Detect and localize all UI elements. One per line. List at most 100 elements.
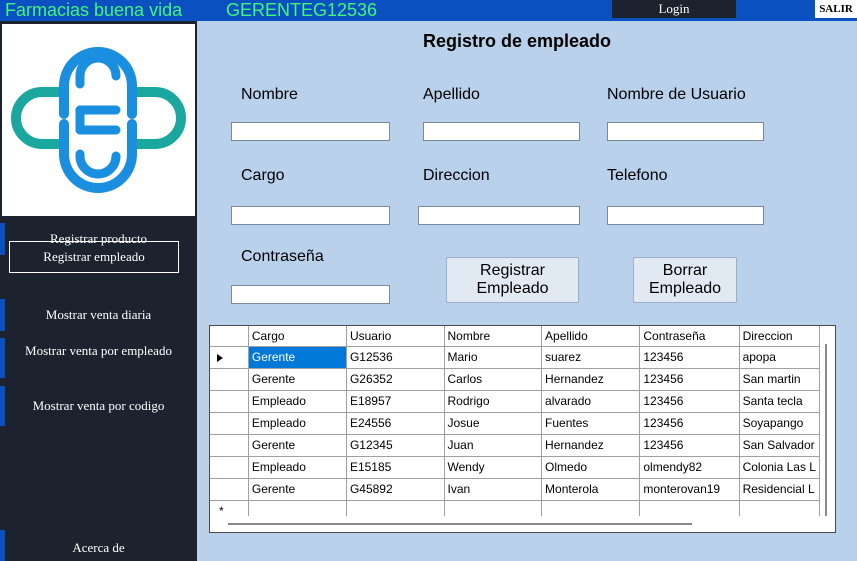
table-row[interactable]: Gerente G12536 Mario suarez 123456 apopa — [210, 346, 820, 369]
cell-nombre[interactable]: Juan — [444, 434, 543, 457]
cell-apellido[interactable]: suarez — [541, 346, 641, 369]
cell-direccion[interactable]: San Salvador — [739, 434, 820, 457]
cell-direccion[interactable]: apopa — [739, 346, 820, 369]
empty-cell[interactable] — [444, 500, 543, 516]
cell-contrasena[interactable]: olmendy82 — [639, 456, 740, 479]
empty-cell[interactable] — [346, 500, 445, 516]
nav-mostrar-venta-por-codigo[interactable]: Mostrar venta por codigo — [0, 386, 197, 426]
button-label-line2: Empleado — [476, 280, 549, 297]
cell-cargo[interactable]: Gerente — [248, 368, 347, 391]
vertical-scroll-thumb[interactable] — [825, 344, 827, 516]
cell-contrasena[interactable]: 123456 — [639, 434, 740, 457]
cell-contrasena[interactable]: 123456 — [639, 368, 740, 391]
cell-direccion[interactable]: Residencial L — [739, 478, 820, 501]
table-row[interactable]: Gerente G12345 Juan Hernandez 123456 San Salv… — [210, 434, 820, 457]
cell-apellido[interactable]: Hernandez — [541, 368, 641, 391]
column-header-nombre[interactable]: Nombre — [444, 326, 543, 347]
column-header-direccion[interactable]: Direccion — [739, 326, 820, 347]
nav-mostrar-venta-por-empleado[interactable]: Mostrar venta por empleado — [0, 338, 197, 378]
cell-direccion[interactable]: San martin — [739, 368, 820, 391]
usuario-input[interactable] — [607, 122, 764, 141]
pharmacy-logo — [2, 24, 195, 216]
cell-cargo[interactable]: Gerente — [248, 434, 347, 457]
table-row[interactable]: Empleado E24556 Josue Fuentes 123456 Soyapang… — [210, 412, 820, 435]
cell-nombre[interactable]: Carlos — [444, 368, 543, 391]
empty-cell[interactable] — [639, 500, 740, 516]
cell-usuario[interactable]: E18957 — [346, 390, 445, 413]
cell-usuario[interactable]: E24556 — [346, 412, 445, 435]
header-row: Cargo Usuario Nombre Apellido Contraseña… — [210, 326, 820, 347]
table-row[interactable]: Gerente G26352 Carlos Hernandez 123456 San ma… — [210, 368, 820, 391]
row-header[interactable] — [210, 478, 249, 501]
cell-contrasena[interactable]: 123456 — [639, 390, 740, 413]
contrasena-input[interactable] — [231, 285, 390, 304]
cell-nombre[interactable]: Josue — [444, 412, 543, 435]
horizontal-scrollbar[interactable] — [210, 516, 820, 532]
apellido-input[interactable] — [423, 122, 580, 141]
new-row[interactable]: * — [210, 500, 820, 516]
cell-nombre[interactable]: Rodrigo — [444, 390, 543, 413]
cell-usuario[interactable]: E15185 — [346, 456, 445, 479]
vertical-scrollbar[interactable] — [820, 326, 835, 532]
cell-cargo[interactable]: Empleado — [248, 390, 347, 413]
empty-cell[interactable] — [541, 500, 641, 516]
cell-direccion[interactable]: Colonia Las L — [739, 456, 820, 479]
row-header[interactable] — [210, 456, 249, 479]
row-header[interactable] — [210, 390, 249, 413]
telefono-input[interactable] — [607, 206, 764, 225]
table-row[interactable]: Empleado E18957 Rodrigo alvarado 123456 Santa… — [210, 390, 820, 413]
row-header[interactable] — [210, 368, 249, 391]
nav-accent-bar — [0, 223, 5, 255]
table-row[interactable]: Gerente G45892 Ivan Monterola monterovan19 Re… — [210, 478, 820, 501]
cell-apellido[interactable]: Fuentes — [541, 412, 641, 435]
cargo-input[interactable] — [231, 206, 390, 225]
cell-apellido[interactable]: alvarado — [541, 390, 641, 413]
nav-label: Mostrar venta por empleado — [25, 343, 172, 358]
cell-usuario[interactable]: G12345 — [346, 434, 445, 457]
cell-apellido[interactable]: Hernandez — [541, 434, 641, 457]
cell-nombre[interactable]: Ivan — [444, 478, 543, 501]
nav-acerca-de[interactable]: Acerca de — [0, 530, 197, 561]
pharmacy-logo-icon — [11, 47, 186, 193]
column-header-contrasena[interactable]: Contraseña — [639, 326, 740, 347]
horizontal-scroll-thumb[interactable] — [228, 523, 692, 525]
employees-grid[interactable]: Cargo Usuario Nombre Apellido Contraseña… — [209, 325, 836, 533]
empty-cell[interactable] — [739, 500, 820, 516]
cell-contrasena[interactable]: 123456 — [639, 346, 740, 369]
cell-usuario[interactable]: G12536 — [346, 346, 445, 369]
cell-apellido[interactable]: Monterola — [541, 478, 641, 501]
page-title: Registro de empleado — [423, 31, 612, 51]
nav-mostrar-venta-diaria[interactable]: Mostrar venta diaria — [0, 299, 197, 331]
nav-registrar-empleado[interactable]: Registrar empleado — [9, 241, 179, 273]
nombre-label: Nombre — [241, 86, 298, 103]
cell-contrasena[interactable]: 123456 — [639, 412, 740, 435]
row-header[interactable] — [210, 412, 249, 435]
column-header-cargo[interactable]: Cargo — [248, 326, 347, 347]
cell-usuario[interactable]: G45892 — [346, 478, 445, 501]
login-button[interactable]: Login — [612, 0, 736, 18]
nav-label: Mostrar venta diaria — [45, 307, 152, 322]
cell-cargo[interactable]: Empleado — [248, 412, 347, 435]
cell-cargo[interactable]: Empleado — [248, 456, 347, 479]
cell-nombre[interactable]: Mario — [444, 346, 543, 369]
cell-apellido[interactable]: Olmedo — [541, 456, 641, 479]
row-header[interactable]: * — [210, 500, 249, 516]
cell-usuario[interactable]: G26352 — [346, 368, 445, 391]
exit-button[interactable]: SALIR — [815, 0, 857, 18]
direccion-input[interactable] — [418, 206, 580, 225]
borrar-empleado-button[interactable]: Borrar Empleado — [633, 257, 737, 303]
cell-cargo[interactable]: Gerente — [248, 478, 347, 501]
column-header-apellido[interactable]: Apellido — [541, 326, 641, 347]
cell-contrasena[interactable]: monterovan19 — [639, 478, 740, 501]
cell-cargo[interactable]: Gerente — [248, 346, 347, 369]
row-header[interactable] — [210, 346, 249, 369]
table-row[interactable]: Empleado E15185 Wendy Olmedo olmendy82 Coloni… — [210, 456, 820, 479]
column-header-usuario[interactable]: Usuario — [346, 326, 445, 347]
row-header[interactable] — [210, 434, 249, 457]
nombre-input[interactable] — [231, 122, 390, 141]
cell-nombre[interactable]: Wendy — [444, 456, 543, 479]
cell-direccion[interactable]: Soyapango — [739, 412, 820, 435]
registrar-empleado-button[interactable]: Registrar Empleado — [446, 257, 579, 303]
empty-cell[interactable] — [248, 500, 347, 516]
cell-direccion[interactable]: Santa tecla — [739, 390, 820, 413]
